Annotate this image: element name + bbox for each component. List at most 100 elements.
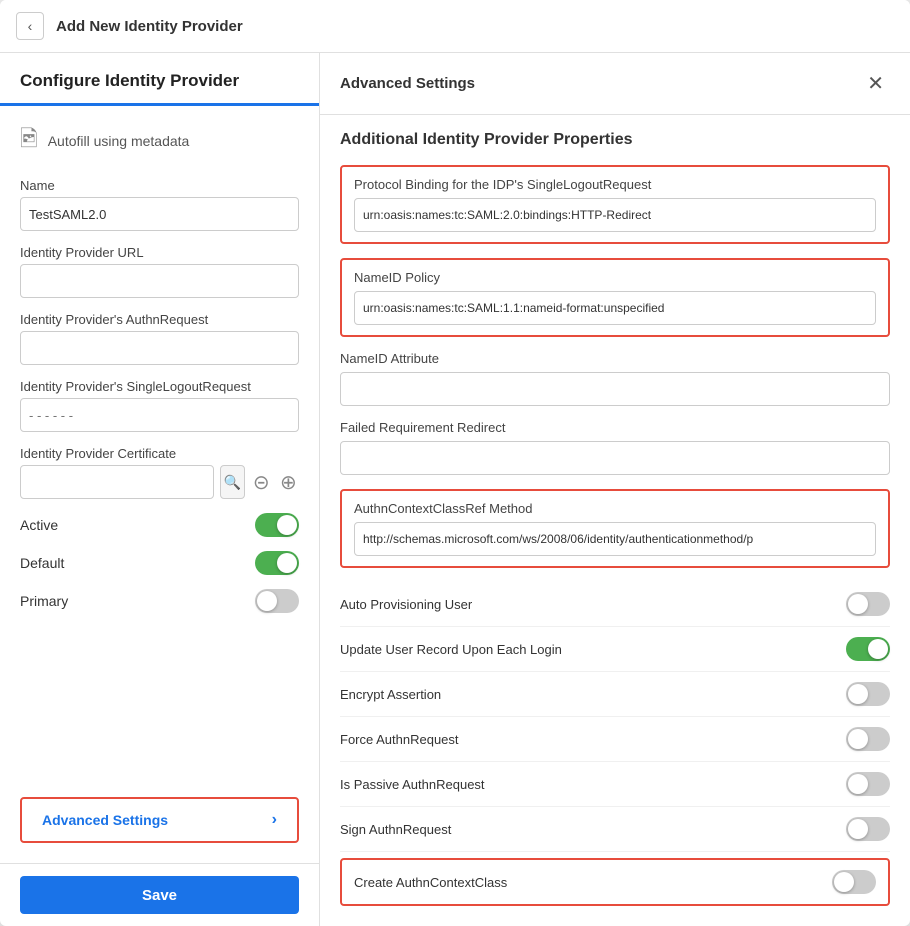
update-user-label: Update User Record Upon Each Login [340, 642, 562, 657]
certificate-row: 🔍 ⊝ ⊕ [20, 465, 299, 499]
modal-body: Configure Identity Provider 🖻 Autofill u… [0, 53, 910, 926]
section-title: Additional Identity Provider Properties [340, 131, 890, 149]
encrypt-assertion-label: Encrypt Assertion [340, 687, 441, 702]
autofill-row[interactable]: 🖻 Autofill using metadata [20, 122, 299, 160]
sign-authn-row: Sign AuthnRequest [340, 807, 890, 852]
sign-authn-label: Sign AuthnRequest [340, 822, 451, 837]
failed-redirect-field: Failed Requirement Redirect [340, 420, 890, 475]
idp-url-label: Identity Provider URL [20, 245, 299, 260]
protocol-binding-input[interactable] [354, 198, 876, 232]
primary-toggle-row: Primary [20, 589, 299, 613]
modal-container: ‹ Add New Identity Provider Configure Id… [0, 0, 910, 926]
certificate-add-button[interactable]: ⊕ [278, 468, 299, 496]
primary-toggle[interactable] [255, 589, 299, 613]
advanced-settings-button[interactable]: Advanced Settings › [20, 797, 299, 843]
nameid-policy-input[interactable] [354, 291, 876, 325]
save-btn-wrap: Save [0, 863, 319, 926]
auto-provisioning-thumb [848, 594, 868, 614]
right-panel-header: Advanced Settings ✕ [320, 53, 910, 115]
force-authn-toggle[interactable] [846, 727, 890, 751]
failed-redirect-label: Failed Requirement Redirect [340, 420, 890, 435]
sign-authn-toggle[interactable] [846, 817, 890, 841]
nameid-attribute-field: NameID Attribute [340, 351, 890, 406]
left-panel: Configure Identity Provider 🖻 Autofill u… [0, 53, 320, 926]
name-label: Name [20, 178, 299, 193]
auto-provisioning-toggle[interactable] [846, 592, 890, 616]
name-field-group: Name [20, 178, 299, 231]
update-user-thumb [868, 639, 888, 659]
authn-request-label: Identity Provider's AuthnRequest [20, 312, 299, 327]
authn-request-input[interactable] [20, 331, 299, 365]
right-panel: Advanced Settings ✕ Additional Identity … [320, 53, 910, 926]
nameid-policy-field: NameID Policy [340, 258, 890, 337]
create-authn-label: Create AuthnContextClass [354, 875, 507, 890]
create-authn-row: Create AuthnContextClass [340, 858, 890, 906]
authn-context-field: AuthnContextClassRef Method [340, 489, 890, 568]
protocol-binding-label: Protocol Binding for the IDP's SingleLog… [354, 177, 876, 192]
primary-label: Primary [20, 593, 68, 609]
minus-circle-icon: ⊝ [253, 470, 270, 495]
authn-context-input[interactable] [354, 522, 876, 556]
nameid-attribute-label: NameID Attribute [340, 351, 890, 366]
active-toggle[interactable] [255, 513, 299, 537]
save-button[interactable]: Save [20, 876, 299, 914]
autofill-label: Autofill using metadata [48, 133, 190, 149]
certificate-search-button[interactable]: 🔍 [220, 465, 245, 499]
certificate-remove-button[interactable]: ⊝ [251, 468, 272, 496]
auto-provisioning-label: Auto Provisioning User [340, 597, 472, 612]
back-icon: ‹ [28, 18, 33, 34]
left-panel-title: Configure Identity Provider [0, 53, 319, 106]
default-label: Default [20, 555, 64, 571]
certificate-input[interactable] [20, 465, 214, 499]
active-toggle-thumb [277, 515, 297, 535]
plus-circle-icon: ⊕ [280, 470, 297, 495]
nameid-policy-label: NameID Policy [354, 270, 876, 285]
failed-redirect-input[interactable] [340, 441, 890, 475]
authn-request-group: Identity Provider's AuthnRequest [20, 312, 299, 365]
encrypt-assertion-row: Encrypt Assertion [340, 672, 890, 717]
authn-context-label: AuthnContextClassRef Method [354, 501, 876, 516]
update-user-toggle[interactable] [846, 637, 890, 661]
certificate-group: Identity Provider Certificate 🔍 ⊝ ⊕ [20, 446, 299, 499]
search-icon: 🔍 [224, 474, 241, 491]
logout-request-input[interactable] [20, 398, 299, 432]
primary-toggle-thumb [257, 591, 277, 611]
left-panel-content: 🖻 Autofill using metadata Name Identity … [0, 106, 319, 789]
name-input[interactable] [20, 197, 299, 231]
passive-authn-label: Is Passive AuthnRequest [340, 777, 485, 792]
back-button[interactable]: ‹ [16, 12, 44, 40]
idp-url-input[interactable] [20, 264, 299, 298]
default-toggle-thumb [277, 553, 297, 573]
close-button[interactable]: ✕ [861, 69, 890, 98]
default-toggle[interactable] [255, 551, 299, 575]
create-authn-toggle[interactable] [832, 870, 876, 894]
certificate-label: Identity Provider Certificate [20, 446, 299, 461]
right-panel-content: Additional Identity Provider Properties … [320, 115, 910, 926]
nameid-attribute-input[interactable] [340, 372, 890, 406]
right-panel-title: Advanced Settings [340, 75, 475, 92]
modal-title: Add New Identity Provider [56, 18, 243, 35]
protocol-binding-field: Protocol Binding for the IDP's SingleLog… [340, 165, 890, 244]
sign-authn-thumb [848, 819, 868, 839]
encrypt-assertion-thumb [848, 684, 868, 704]
encrypt-assertion-toggle[interactable] [846, 682, 890, 706]
force-authn-row: Force AuthnRequest [340, 717, 890, 762]
autofill-icon: 🖻 [20, 122, 38, 160]
update-user-row: Update User Record Upon Each Login [340, 627, 890, 672]
advanced-settings-label: Advanced Settings [42, 812, 168, 828]
force-authn-thumb [848, 729, 868, 749]
auto-provisioning-row: Auto Provisioning User [340, 582, 890, 627]
chevron-right-icon: › [272, 811, 277, 829]
active-toggle-row: Active [20, 513, 299, 537]
logout-request-group: Identity Provider's SingleLogoutRequest [20, 379, 299, 432]
passive-authn-thumb [848, 774, 868, 794]
force-authn-label: Force AuthnRequest [340, 732, 459, 747]
logout-request-label: Identity Provider's SingleLogoutRequest [20, 379, 299, 394]
idp-url-group: Identity Provider URL [20, 245, 299, 298]
create-authn-thumb [834, 872, 854, 892]
modal-header: ‹ Add New Identity Provider [0, 0, 910, 53]
default-toggle-row: Default [20, 551, 299, 575]
active-label: Active [20, 517, 58, 533]
passive-authn-toggle[interactable] [846, 772, 890, 796]
passive-authn-row: Is Passive AuthnRequest [340, 762, 890, 807]
